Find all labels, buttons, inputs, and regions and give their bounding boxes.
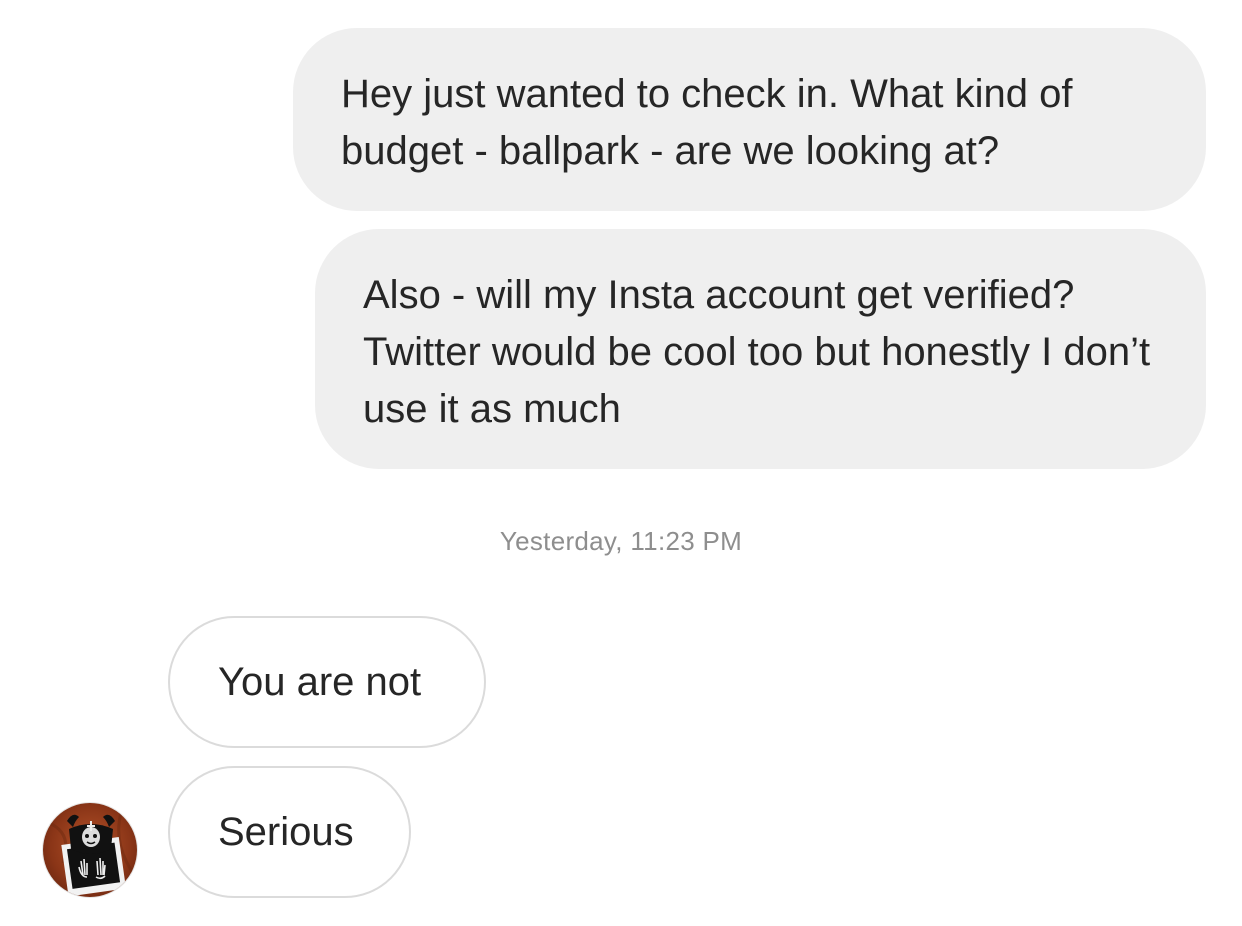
message-text: Serious	[218, 809, 354, 854]
message-text: Hey just wanted to check in. What kind o…	[341, 72, 1073, 173]
outgoing-message-bubble[interactable]: Hey just wanted to check in. What kind o…	[293, 28, 1206, 211]
outgoing-message-bubble[interactable]: Also - will my Insta account get verifie…	[315, 229, 1206, 469]
message-timestamp: Yesterday, 11:23 PM	[499, 526, 743, 556]
message-text: You are not	[218, 659, 422, 704]
profile-avatar-icon[interactable]	[42, 802, 138, 898]
incoming-message-bubble[interactable]: Serious	[168, 766, 411, 898]
incoming-message-bubble[interactable]: You are not	[168, 616, 486, 748]
avatar-image	[43, 803, 137, 897]
message-text: Also - will my Insta account get verifie…	[363, 273, 1151, 431]
message-thread: Hey just wanted to check in. What kind o…	[0, 0, 1242, 926]
